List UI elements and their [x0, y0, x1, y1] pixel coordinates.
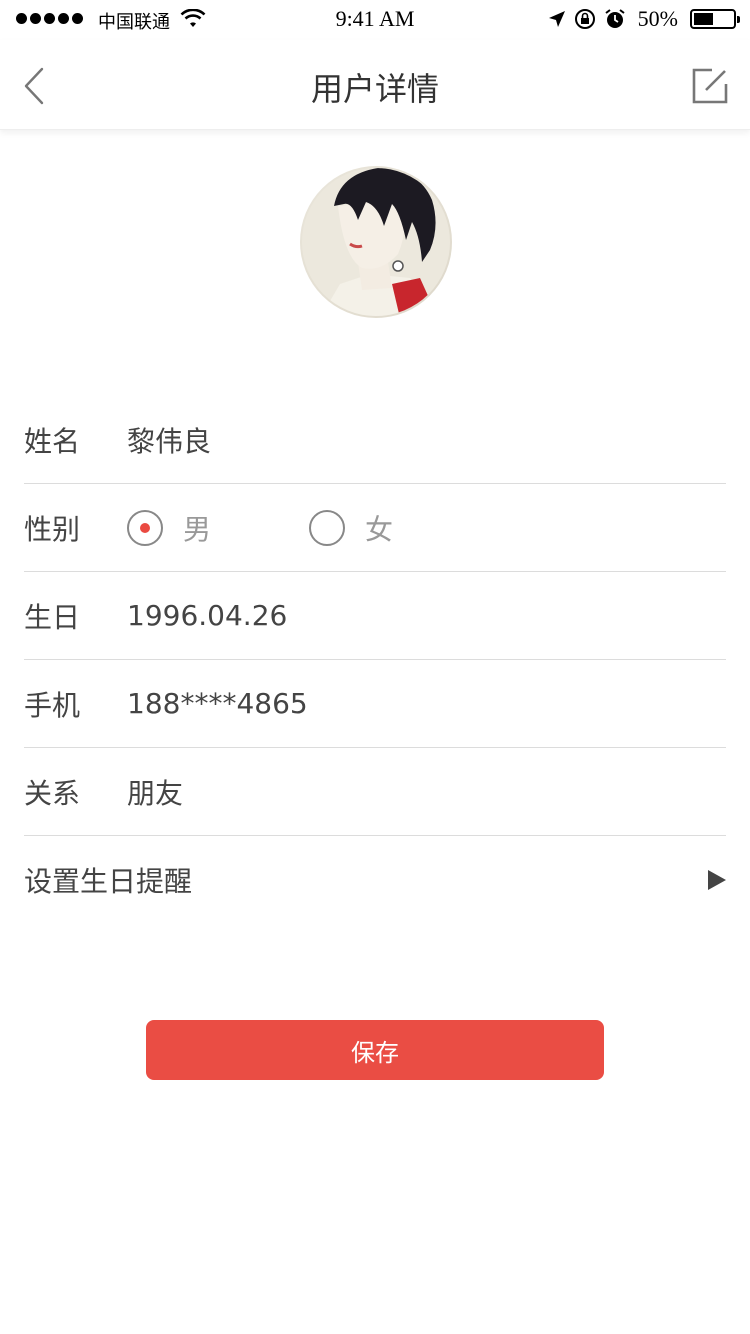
radio-unchecked-icon — [309, 509, 345, 546]
birthday-row: 生日 1996.04.26 — [24, 572, 726, 660]
phone-label: 手机 — [24, 688, 81, 722]
status-bar: 中国联通 9:41 AM 50% — [0, 0, 750, 40]
edit-icon[interactable] — [690, 66, 730, 106]
user-detail-form: 姓名 黎伟良 性别 男 女 生日 1996.04.26 手机 188****48… — [24, 396, 726, 924]
relation-value[interactable]: 朋友 — [127, 772, 183, 812]
gender-row: 性别 男 女 — [24, 484, 726, 572]
battery-icon — [690, 9, 740, 29]
phone-value[interactable]: 188****4865 — [127, 687, 308, 720]
gender-label: 性别 — [24, 512, 81, 546]
gender-female-radio[interactable]: 女 — [309, 508, 393, 548]
page-title: 用户详情 — [310, 70, 439, 108]
location-arrow-icon — [548, 11, 565, 27]
birthday-value[interactable]: 1996.04.26 — [127, 599, 287, 632]
gender-male-radio[interactable]: 男 — [127, 508, 309, 548]
birthday-reminder-label: 设置生日提醒 — [24, 865, 193, 898]
name-row: 姓名 黎伟良 — [24, 396, 726, 484]
radio-checked-icon — [127, 509, 163, 546]
relation-row: 关系 朋友 — [24, 748, 726, 836]
birthday-reminder-row[interactable]: 设置生日提醒 — [24, 836, 726, 924]
avatar-image — [300, 166, 452, 318]
gender-female-label: 女 — [365, 512, 394, 546]
screen: 中国联通 9:41 AM 50% 用户详情 姓名 黎伟良 性别 男 女 生日 1… — [0, 0, 750, 1334]
avatar[interactable] — [300, 166, 452, 318]
relation-label: 关系 — [24, 776, 81, 810]
name-value[interactable]: 黎伟良 — [127, 420, 211, 460]
name-label: 姓名 — [24, 424, 81, 458]
play-arrow-icon — [708, 870, 726, 890]
alarm-icon — [605, 9, 625, 28]
orientation-lock-icon — [574, 9, 595, 29]
nav-bar: 用户详情 — [0, 40, 750, 130]
save-button[interactable]: 保存 — [146, 1020, 604, 1080]
gender-male-label: 男 — [183, 512, 212, 546]
birthday-label: 生日 — [24, 600, 81, 634]
battery-percentage: 50% — [637, 6, 678, 31]
phone-row: 手机 188****4865 — [24, 660, 726, 748]
